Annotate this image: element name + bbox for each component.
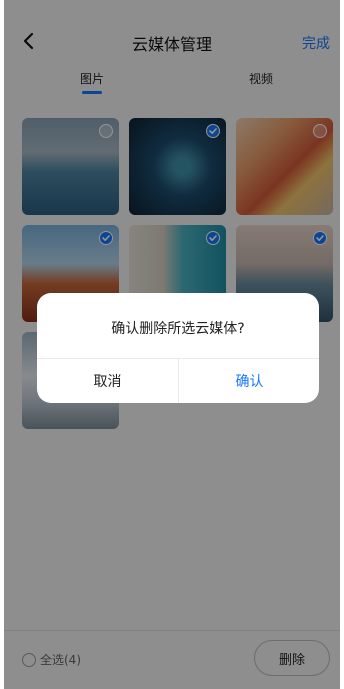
dialog-message: 确认删除所选云媒体? — [111, 321, 245, 337]
confirm-dialog: 确认删除所选云媒体? 取消 确认 — [37, 293, 319, 403]
cancel-button[interactable]: 取消 — [37, 358, 178, 403]
app-screen: 云媒体管理 完成 图片 视频 全选(4) 删除 确认删除所选云媒体? 取消 确认 — [4, 0, 340, 689]
confirm-button[interactable]: 确认 — [179, 358, 319, 403]
